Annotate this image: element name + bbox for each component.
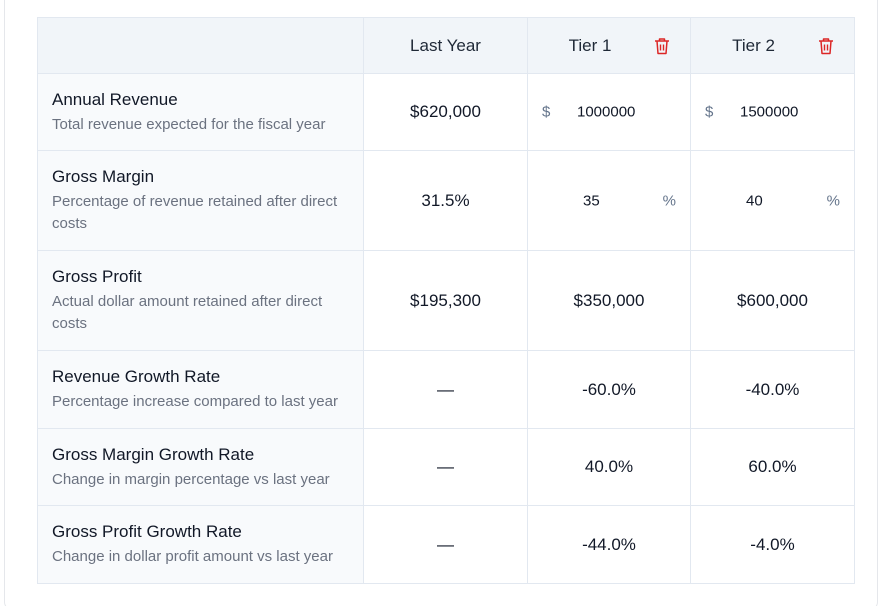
row-label: Annual Revenue Total revenue expected fo… bbox=[37, 73, 364, 151]
header-tier-2: Tier 2 bbox=[690, 17, 855, 74]
row-gross-profit-growth-rate: Gross Profit Growth Rate Change in dolla… bbox=[37, 505, 855, 584]
row-description: Change in margin percentage vs last year bbox=[52, 470, 330, 488]
gross-profit-tier-2: $600,000 bbox=[690, 250, 855, 351]
annual-revenue-tier-1-cell: $ bbox=[527, 73, 691, 151]
margin-growth-tier-2: 60.0% bbox=[690, 428, 855, 506]
row-label: Gross Profit Growth Rate Change in dolla… bbox=[37, 505, 364, 584]
gross-margin-last-year: 31.5% bbox=[363, 150, 528, 251]
row-title: Gross Profit bbox=[52, 267, 142, 286]
percent-suffix: % bbox=[826, 192, 840, 209]
row-revenue-growth-rate: Revenue Growth Rate Percentage increase … bbox=[37, 350, 855, 429]
row-title: Revenue Growth Rate bbox=[52, 367, 221, 386]
row-label: Revenue Growth Rate Percentage increase … bbox=[37, 350, 364, 429]
gross-margin-tier-1-cell: % bbox=[527, 150, 691, 251]
row-label: Gross Profit Actual dollar amount retain… bbox=[37, 250, 364, 351]
header-last-year-label: Last Year bbox=[410, 35, 481, 55]
row-gross-profit: Gross Profit Actual dollar amount retain… bbox=[37, 250, 855, 351]
gross-margin-tier-1-input[interactable] bbox=[583, 192, 673, 209]
row-gross-margin: Gross Margin Percentage of revenue retai… bbox=[37, 150, 855, 251]
row-title: Gross Margin Growth Rate bbox=[52, 444, 255, 464]
annual-revenue-tier-1-input[interactable] bbox=[577, 103, 667, 121]
gross-margin-tier-2-cell: % bbox=[690, 150, 855, 251]
gross-profit-tier-1: $350,000 bbox=[527, 250, 691, 351]
revenue-growth-tier-2: -40.0% bbox=[690, 350, 855, 429]
annual-revenue-last-year: $620,000 bbox=[363, 73, 528, 151]
row-title: Gross Profit Growth Rate bbox=[52, 522, 242, 541]
row-description: Percentage of revenue retained after dir… bbox=[52, 193, 338, 232]
percent-suffix: % bbox=[662, 192, 676, 209]
row-description: Total revenue expected for the fiscal ye… bbox=[52, 115, 326, 133]
profit-growth-last-year: — bbox=[363, 505, 528, 584]
row-label: Gross Margin Percentage of revenue retai… bbox=[37, 150, 364, 251]
annual-revenue-tier-2-input[interactable] bbox=[740, 103, 830, 121]
row-title: Gross Margin bbox=[52, 167, 155, 186]
revenue-growth-tier-1: -60.0% bbox=[527, 350, 691, 429]
revenue-growth-last-year: — bbox=[363, 350, 528, 429]
header-tier-2-label: Tier 2 bbox=[732, 35, 775, 55]
profit-growth-tier-1: -44.0% bbox=[527, 505, 691, 584]
margin-growth-tier-1: 40.0% bbox=[527, 428, 691, 506]
row-annual-revenue: Annual Revenue Total revenue expected fo… bbox=[37, 73, 855, 151]
margin-growth-last-year: — bbox=[363, 428, 528, 506]
comparison-card: Last Year Tier 1 Tier 2 Annual Revenue T… bbox=[4, 0, 878, 606]
trash-icon[interactable] bbox=[818, 37, 834, 55]
row-description: Actual dollar amount retained after dire… bbox=[52, 293, 323, 332]
currency-prefix: $ bbox=[705, 103, 714, 121]
gross-margin-tier-2-input[interactable] bbox=[746, 192, 836, 209]
trash-icon[interactable] bbox=[654, 37, 670, 55]
header-tier-1-label: Tier 1 bbox=[568, 35, 612, 55]
comparison-table: Last Year Tier 1 Tier 2 Annual Revenue T… bbox=[37, 17, 855, 584]
gross-profit-last-year: $195,300 bbox=[363, 250, 528, 351]
row-title: Annual Revenue bbox=[52, 89, 178, 109]
header-last-year: Last Year bbox=[363, 17, 528, 74]
row-description: Percentage increase compared to last yea… bbox=[52, 393, 338, 410]
header-corner bbox=[37, 17, 364, 74]
profit-growth-tier-2: -4.0% bbox=[690, 505, 855, 584]
row-description: Change in dollar profit amount vs last y… bbox=[52, 548, 333, 565]
currency-prefix: $ bbox=[542, 103, 551, 121]
annual-revenue-tier-2-cell: $ bbox=[690, 73, 855, 151]
header-row: Last Year Tier 1 Tier 2 bbox=[37, 17, 855, 74]
header-tier-1: Tier 1 bbox=[527, 17, 691, 74]
row-gross-margin-growth-rate: Gross Margin Growth Rate Change in margi… bbox=[37, 428, 855, 506]
row-label: Gross Margin Growth Rate Change in margi… bbox=[37, 428, 364, 506]
